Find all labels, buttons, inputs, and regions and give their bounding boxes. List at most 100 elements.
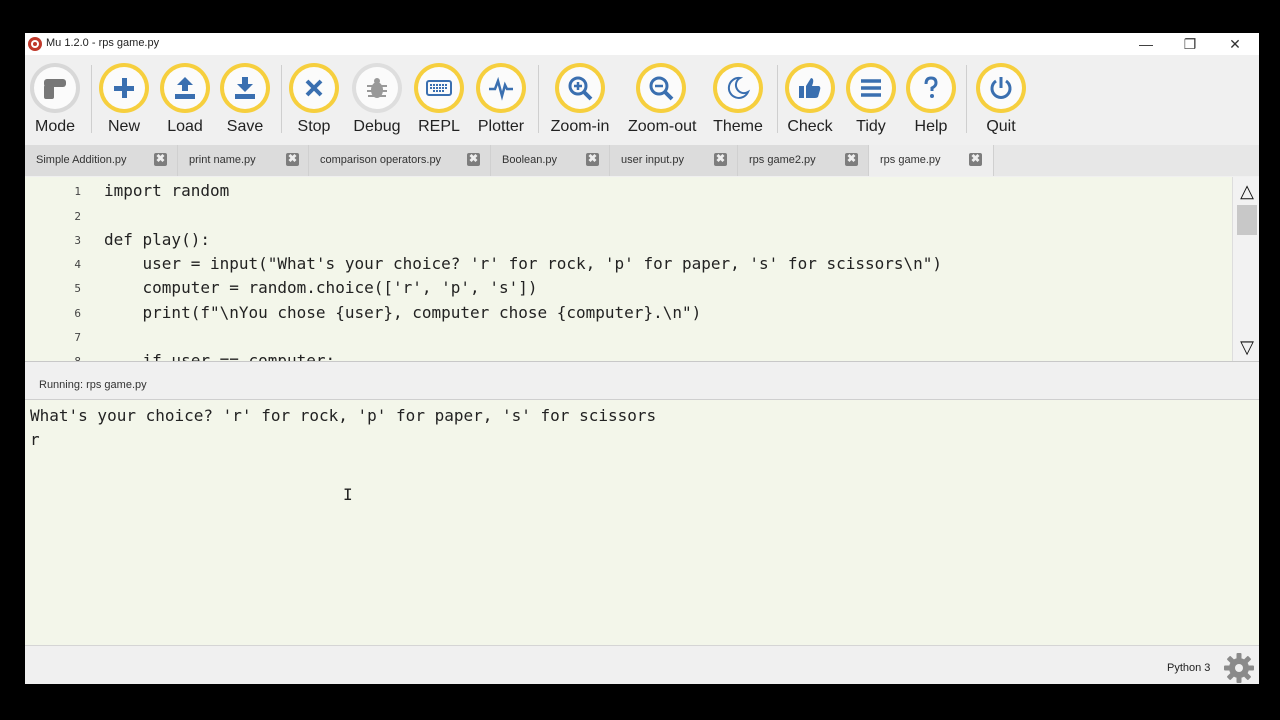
debug-button[interactable]: Debug xyxy=(344,63,410,141)
stop-button[interactable]: Stop xyxy=(281,63,347,141)
zoom-out-button[interactable]: Zoom-out xyxy=(628,63,697,141)
lines-icon xyxy=(861,79,881,97)
tab-close-icon[interactable]: ✖ xyxy=(586,153,599,166)
zoom-out-label: Zoom-out xyxy=(628,118,697,135)
python-mode-label: Python 3 xyxy=(1167,662,1211,674)
zoom-in-label: Zoom-in xyxy=(550,118,610,135)
tab-bar: Simple Addition.py ✖ print name.py ✖ com… xyxy=(25,145,1259,176)
mode-icon xyxy=(44,79,66,99)
tab-user-input[interactable]: user input.py ✖ xyxy=(610,145,738,176)
tab-close-icon[interactable]: ✖ xyxy=(845,153,858,166)
tab-rps-game2[interactable]: rps game2.py ✖ xyxy=(738,145,869,176)
console-line: What's your choice? 'r' for rock, 'p' fo… xyxy=(30,406,657,425)
code-line: def play(): xyxy=(104,230,210,249)
code-line: if user == computer: xyxy=(104,351,336,362)
stop-label: Stop xyxy=(297,118,331,135)
output-console[interactable]: What's your choice? 'r' for rock, 'p' fo… xyxy=(25,399,1259,645)
mu-logo-icon xyxy=(28,37,42,51)
quit-label: Quit xyxy=(986,118,1016,135)
save-button[interactable]: Save xyxy=(212,63,278,141)
help-label: Help xyxy=(914,118,948,135)
scroll-thumb[interactable] xyxy=(1237,205,1257,235)
theme-label: Theme xyxy=(713,118,763,135)
load-label: Load xyxy=(167,118,203,135)
tab-label: print name.py xyxy=(189,154,256,166)
upload-icon xyxy=(175,77,195,99)
debug-label: Debug xyxy=(353,118,401,135)
window-title: Mu 1.2.0 - rps game.py xyxy=(46,37,160,49)
code-line: import random xyxy=(104,181,230,200)
tab-label: Boolean.py xyxy=(502,154,558,166)
line-number: 2 xyxy=(74,210,81,223)
line-number: 5 xyxy=(74,282,81,295)
new-label: New xyxy=(107,118,140,135)
tab-close-icon[interactable]: ✖ xyxy=(154,153,167,166)
theme-button[interactable]: Theme xyxy=(705,63,771,141)
line-number: 3 xyxy=(74,234,81,247)
tab-rps-game[interactable]: rps game.py ✖ xyxy=(869,145,994,176)
repl-button[interactable]: REPL xyxy=(406,63,472,141)
app-window: Mu 1.2.0 - rps game.py — ❐ ✕ Mode New Lo… xyxy=(25,33,1259,684)
tab-print-name[interactable]: print name.py ✖ xyxy=(178,145,309,176)
tab-boolean[interactable]: Boolean.py ✖ xyxy=(491,145,610,176)
mode-button[interactable]: Mode xyxy=(25,63,88,141)
save-label: Save xyxy=(226,118,264,135)
line-number-gutter: 1 2 3 4 5 6 7 8 xyxy=(25,177,101,362)
plus-icon xyxy=(114,78,134,98)
line-number: 7 xyxy=(74,331,81,344)
tab-comparison-operators[interactable]: comparison operators.py ✖ xyxy=(309,145,491,176)
question-icon xyxy=(924,76,938,98)
new-button[interactable]: New xyxy=(91,63,157,141)
minimize-button[interactable]: — xyxy=(1124,33,1168,55)
tab-close-icon[interactable]: ✖ xyxy=(969,153,982,166)
line-number: 1 xyxy=(74,185,81,198)
pulse-icon xyxy=(489,76,513,101)
maximize-button[interactable]: ❐ xyxy=(1168,33,1212,55)
console-line: r xyxy=(30,430,40,449)
tidy-button[interactable]: Tidy xyxy=(838,63,904,141)
tab-label: Simple Addition.py xyxy=(36,154,127,166)
tab-label: rps game2.py xyxy=(749,154,816,166)
load-button[interactable]: Load xyxy=(152,63,218,141)
tab-label: comparison operators.py xyxy=(320,154,442,166)
plotter-label: Plotter xyxy=(477,118,525,135)
scroll-up-icon[interactable]: △ xyxy=(1237,181,1257,201)
code-line: print(f"\nYou chose {user}, computer cho… xyxy=(104,303,702,322)
zoom-out-icon xyxy=(649,76,674,101)
help-button[interactable]: Help xyxy=(898,63,964,141)
check-button[interactable]: Check xyxy=(777,63,843,141)
tab-close-icon[interactable]: ✖ xyxy=(286,153,299,166)
thumbs-up-icon xyxy=(799,78,821,98)
toolbar-separator xyxy=(538,65,539,133)
close-window-button[interactable]: ✕ xyxy=(1213,33,1257,55)
line-number: 6 xyxy=(74,307,81,320)
status-bar: Python 3 xyxy=(25,645,1259,684)
zoom-in-button[interactable]: Zoom-in xyxy=(547,63,613,141)
line-number: 4 xyxy=(74,258,81,271)
tab-close-icon[interactable]: ✖ xyxy=(714,153,727,166)
mode-label: Mode xyxy=(34,118,76,135)
keyboard-icon xyxy=(426,80,452,96)
running-label: Running: rps game.py xyxy=(39,379,147,391)
download-icon xyxy=(235,77,255,99)
tab-label: rps game.py xyxy=(880,154,941,166)
title-bar: Mu 1.2.0 - rps game.py — ❐ ✕ xyxy=(25,33,1259,55)
tab-simple-addition[interactable]: Simple Addition.py ✖ xyxy=(25,145,178,176)
bug-icon xyxy=(367,78,387,98)
editor-scrollbar[interactable]: △ ▽ xyxy=(1232,177,1259,361)
gear-icon[interactable] xyxy=(1223,652,1255,684)
code-editor[interactable]: 1 2 3 4 5 6 7 8 import random def play()… xyxy=(25,177,1259,362)
tab-close-icon[interactable]: ✖ xyxy=(467,153,480,166)
repl-label: REPL xyxy=(418,118,460,135)
zoom-in-icon xyxy=(568,76,593,101)
toolbar-separator xyxy=(966,65,967,133)
run-panel-header: Running: rps game.py xyxy=(25,373,1259,398)
quit-button[interactable]: Quit xyxy=(968,63,1034,141)
plotter-button[interactable]: Plotter xyxy=(468,63,534,141)
check-label: Check xyxy=(787,118,833,135)
code-line: computer = random.choice(['r', 'p', 's']… xyxy=(104,278,538,297)
line-number: 8 xyxy=(74,355,81,362)
scroll-down-icon[interactable]: ▽ xyxy=(1237,337,1257,357)
text-cursor-icon: I xyxy=(343,485,353,504)
tidy-label: Tidy xyxy=(856,118,886,135)
